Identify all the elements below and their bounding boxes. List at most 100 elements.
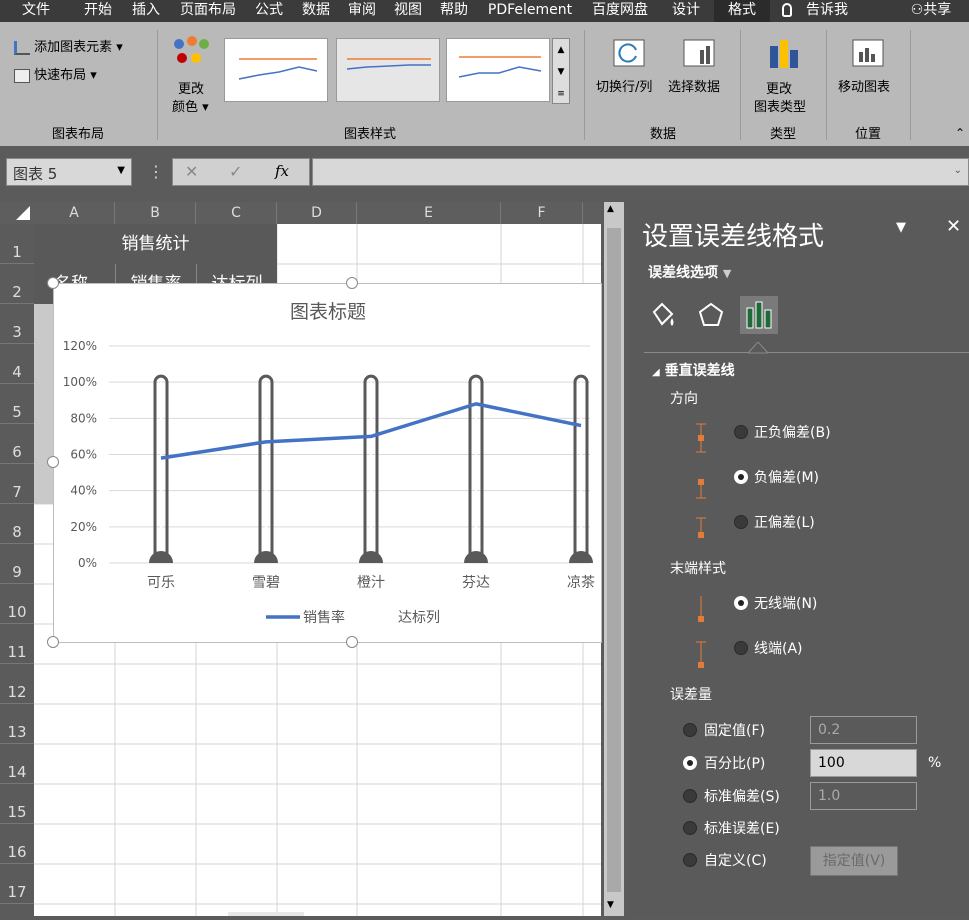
thermometer-bulb[interactable] bbox=[359, 551, 383, 563]
tab-insert[interactable]: 插入 bbox=[124, 0, 168, 22]
thermometer-bulb[interactable] bbox=[569, 551, 593, 563]
chevron-down-icon[interactable]: ⌄ bbox=[954, 165, 962, 176]
tab-format[interactable]: 格式 bbox=[714, 0, 770, 22]
column-header-e[interactable]: E bbox=[357, 202, 501, 224]
fixed-value-input[interactable]: 0.2 bbox=[810, 716, 917, 744]
std-deviation-radio[interactable] bbox=[683, 789, 697, 803]
select-data-button[interactable]: 选择数据 bbox=[668, 36, 732, 106]
enter-icon[interactable]: ✓ bbox=[229, 162, 242, 181]
row-header-15[interactable]: 15 bbox=[0, 784, 34, 824]
specify-value-button[interactable]: 指定值(V) bbox=[810, 846, 898, 876]
scroll-up-icon[interactable]: ▲ bbox=[607, 204, 614, 214]
no-cap-label[interactable]: 无线端(N) bbox=[754, 593, 817, 613]
custom-radio[interactable] bbox=[683, 853, 697, 867]
scroll-down-icon[interactable]: ▼ bbox=[607, 900, 614, 910]
tab-home[interactable]: 开始 bbox=[76, 0, 120, 22]
cap-label[interactable]: 线端(A) bbox=[754, 638, 803, 658]
more-options-icon[interactable]: ⋮ bbox=[148, 162, 164, 181]
tab-tell-me[interactable]: 告诉我 bbox=[782, 0, 872, 22]
pane-options-chevron-icon[interactable]: ▼ bbox=[896, 220, 906, 235]
chart-title[interactable]: 图表标题 bbox=[290, 301, 366, 323]
percentage-label[interactable]: 百分比(P) bbox=[704, 753, 765, 773]
tab-formulas[interactable]: 公式 bbox=[247, 0, 291, 22]
row-header-10[interactable]: 10 bbox=[0, 584, 34, 624]
cell-a1-merged[interactable]: 销售统计 bbox=[34, 224, 277, 264]
custom-label[interactable]: 自定义(C) bbox=[704, 850, 767, 870]
column-header-d[interactable]: D bbox=[277, 202, 357, 224]
fixed-value-radio[interactable] bbox=[683, 723, 697, 737]
cell-a3-a7-fill[interactable] bbox=[34, 304, 53, 504]
direction-plus-radio[interactable] bbox=[734, 515, 748, 529]
std-error-radio[interactable] bbox=[683, 821, 697, 835]
cap-radio[interactable] bbox=[734, 641, 748, 655]
thermometer-bulb[interactable] bbox=[149, 551, 173, 563]
std-error-label[interactable]: 标准误差(E) bbox=[704, 818, 780, 838]
change-chart-type-button[interactable]: 更改 图表类型 bbox=[752, 36, 816, 120]
column-header-g[interactable] bbox=[583, 202, 601, 224]
tab-review[interactable]: 审阅 bbox=[340, 0, 384, 22]
direction-both-label[interactable]: 正负偏差(B) bbox=[754, 422, 831, 442]
row-header-2[interactable]: 2 bbox=[0, 264, 34, 304]
direction-both-radio[interactable] bbox=[734, 425, 748, 439]
tab-design[interactable]: 设计 bbox=[664, 0, 708, 22]
direction-plus-label[interactable]: 正偏差(L) bbox=[754, 512, 815, 532]
tab-page-layout[interactable]: 页面布局 bbox=[172, 0, 244, 22]
percentage-radio[interactable] bbox=[683, 756, 697, 770]
row-header-11[interactable]: 11 bbox=[0, 624, 34, 664]
tab-file[interactable]: 文件 bbox=[14, 0, 58, 22]
insert-function-icon[interactable]: fx bbox=[275, 162, 289, 180]
formula-input[interactable]: ⌄ bbox=[312, 158, 969, 186]
std-deviation-input[interactable]: 1.0 bbox=[810, 782, 917, 810]
resize-handle[interactable] bbox=[47, 636, 59, 648]
direction-minus-label[interactable]: 负偏差(M) bbox=[754, 467, 819, 487]
row-header-14[interactable]: 14 bbox=[0, 744, 34, 784]
tab-view[interactable]: 视图 bbox=[386, 0, 430, 22]
scroll-thumb[interactable] bbox=[607, 228, 621, 892]
tab-pdfelement[interactable]: PDFelement bbox=[482, 0, 578, 22]
chart-style-2[interactable] bbox=[336, 38, 440, 102]
direction-minus-radio[interactable] bbox=[734, 470, 748, 484]
chart-style-1[interactable] bbox=[224, 38, 328, 102]
column-header-b[interactable]: B bbox=[115, 202, 196, 224]
resize-handle[interactable] bbox=[47, 456, 59, 468]
change-colors-button[interactable]: 更改 颜色 ▾ bbox=[166, 34, 216, 118]
tab-baidu-netdisk[interactable]: 百度网盘 bbox=[584, 0, 656, 22]
add-chart-element-button[interactable]: 添加图表元素 ▾ bbox=[14, 36, 123, 55]
resize-handle[interactable] bbox=[346, 636, 358, 648]
row-header-3[interactable]: 3 bbox=[0, 304, 34, 344]
thermometer-bulb[interactable] bbox=[464, 551, 488, 563]
std-deviation-label[interactable]: 标准偏差(S) bbox=[704, 786, 780, 806]
vertical-scrollbar[interactable]: ▲ ▼ bbox=[604, 202, 624, 916]
legend-label-goal[interactable]: 达标列 bbox=[398, 610, 440, 626]
row-header-13[interactable]: 13 bbox=[0, 704, 34, 744]
no-cap-radio[interactable] bbox=[734, 596, 748, 610]
row-header-16[interactable]: 16 bbox=[0, 824, 34, 864]
column-header-c[interactable]: C bbox=[196, 202, 277, 224]
row-header-17[interactable]: 17 bbox=[0, 864, 34, 904]
row-header-5[interactable]: 5 bbox=[0, 384, 34, 424]
percentage-input[interactable]: 100 bbox=[810, 749, 917, 777]
switch-row-column-button[interactable]: 切换行/列 bbox=[596, 36, 664, 106]
chart-style-3[interactable] bbox=[446, 38, 550, 102]
row-header-12[interactable]: 12 bbox=[0, 664, 34, 704]
move-chart-button[interactable]: 移动图表 bbox=[836, 36, 902, 106]
row-header-6[interactable]: 6 bbox=[0, 424, 34, 464]
row-header-9[interactable]: 9 bbox=[0, 544, 34, 584]
fixed-value-label[interactable]: 固定值(F) bbox=[704, 720, 765, 740]
legend-label-sales-rate[interactable]: 销售率 bbox=[303, 609, 345, 626]
column-header-a[interactable]: A bbox=[34, 202, 115, 224]
resize-handle[interactable] bbox=[47, 277, 59, 289]
effects-pentagon-icon[interactable] bbox=[696, 300, 726, 330]
error-bar-options-icon[interactable] bbox=[740, 296, 778, 334]
resize-handle[interactable] bbox=[346, 277, 358, 289]
tab-help[interactable]: 帮助 bbox=[432, 0, 476, 22]
cancel-icon[interactable]: ✕ bbox=[185, 162, 198, 181]
thermometer-bulb[interactable] bbox=[254, 551, 278, 563]
error-bar-options-dropdown[interactable]: 误差线选项 ▼ bbox=[648, 262, 731, 282]
chart-styles-scroll[interactable]: ▲ ▼ ≡ bbox=[552, 38, 570, 104]
name-box[interactable]: 图表 5 ▼ bbox=[6, 158, 132, 186]
chart-object[interactable]: 图表标题 0% 20% 40% 60% 80% 100% 120% 可乐 雪碧 橙汁 芬达 凉茶 销售率… bbox=[53, 283, 602, 643]
column-header-f[interactable]: F bbox=[501, 202, 583, 224]
tab-data[interactable]: 数据 bbox=[294, 0, 338, 22]
row-header-4[interactable]: 4 bbox=[0, 344, 34, 384]
